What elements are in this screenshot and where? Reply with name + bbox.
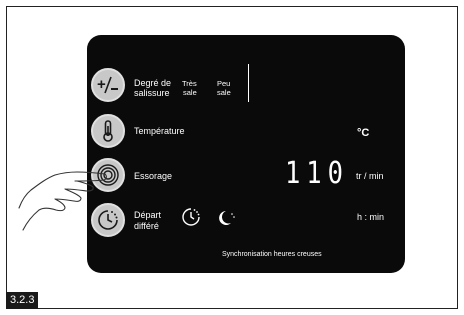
delay-unit: h : min xyxy=(357,212,385,222)
soil-option-very-dirty-1: Très xyxy=(182,79,197,88)
plus-minus-icon: + xyxy=(97,76,118,94)
soil-option-very-dirty-2: sale xyxy=(183,88,197,97)
soil-level-label-1: Degré de xyxy=(134,78,172,88)
soil-divider xyxy=(248,64,249,102)
temperature-button[interactable] xyxy=(91,114,125,148)
soil-option-slightly-dirty-2: sale xyxy=(217,88,231,97)
soil-level-button[interactable]: + xyxy=(91,68,125,102)
temperature-label: Température xyxy=(134,126,185,136)
figure-number: 3.2.3 xyxy=(6,292,39,309)
off-peak-sync-label: Synchronisation heures creuses xyxy=(222,251,322,258)
control-panel xyxy=(87,35,405,273)
thermometer-icon xyxy=(103,120,113,142)
soil-level-label-2: salissure xyxy=(134,88,170,98)
spin-unit: tr / min xyxy=(356,171,384,181)
spin-label: Essorage xyxy=(134,171,173,181)
pointing-hand-icon xyxy=(18,171,107,231)
night-moon-icon xyxy=(219,211,235,225)
delayed-start-label-1: Départ xyxy=(134,210,162,220)
timer-icon xyxy=(182,208,200,226)
spin-display-value: 110 xyxy=(285,156,349,191)
temperature-unit: °C xyxy=(357,127,370,139)
delayed-start-label-2: différé xyxy=(134,221,159,231)
svg-text:+: + xyxy=(97,76,106,93)
soil-option-slightly-dirty-1: Peu xyxy=(217,79,231,88)
